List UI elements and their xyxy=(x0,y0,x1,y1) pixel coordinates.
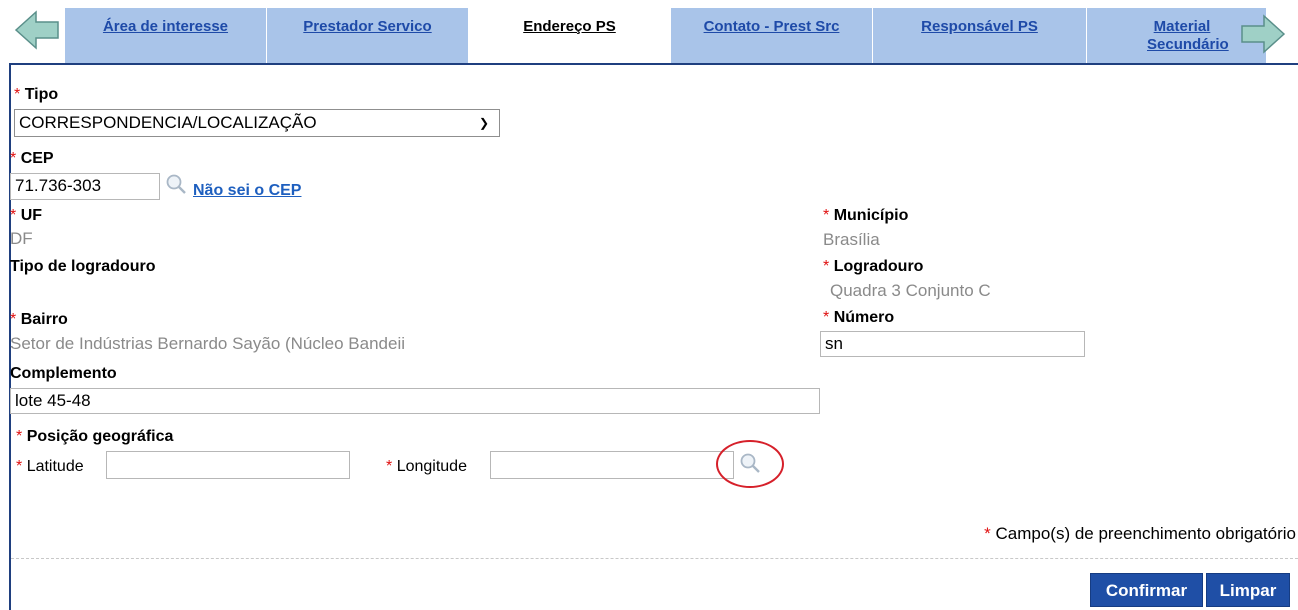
cep-search-icon[interactable] xyxy=(165,173,187,195)
tipo-label: * Tipo xyxy=(14,86,59,103)
bairro-value: Setor de Indústrias Bernardo Sayão (Núcl… xyxy=(10,334,406,353)
posicao-geografica-label: * Posição geográfica xyxy=(16,428,174,445)
bairro-label: * Bairro xyxy=(10,311,68,328)
tab-label[interactable]: Material Secundário xyxy=(1147,18,1229,54)
tipo-select[interactable]: CORRESPONDENCIA/LOCALIZAÇÃO ❯ xyxy=(14,109,500,137)
tab-area-interesse[interactable]: Área de interesse xyxy=(64,8,266,64)
required-fields-note: * Campo(s) de preenchimento obrigatório xyxy=(984,524,1296,543)
uf-value: DF xyxy=(10,229,33,248)
longitude-input[interactable] xyxy=(490,451,734,479)
tab-label[interactable]: Área de interesse xyxy=(65,18,266,36)
logradouro-value: Quadra 3 Conjunto C xyxy=(830,281,991,300)
longitude-label: * Longitude xyxy=(386,458,467,475)
tab-label[interactable]: Endereço PS xyxy=(469,18,670,36)
complemento-input[interactable]: lote 45-48 xyxy=(10,388,820,414)
tab-endereco-ps[interactable]: Endereço PS xyxy=(468,8,670,64)
cep-input[interactable]: 71.736-303 xyxy=(10,173,160,200)
numero-input[interactable]: sn xyxy=(820,331,1085,357)
confirmar-button[interactable]: Confirmar xyxy=(1090,573,1203,607)
limpar-button[interactable]: Limpar xyxy=(1206,573,1290,607)
latitude-label: * Latitude xyxy=(16,458,84,475)
uf-label: * UF xyxy=(10,207,43,224)
tab-label[interactable]: Prestador Servico xyxy=(267,18,468,36)
tab-bar: Área de interesse Prestador Servico Ende… xyxy=(0,0,1298,66)
arrow-right-icon[interactable] xyxy=(1238,14,1286,54)
tipo-logradouro-label: Tipo de logradouro xyxy=(10,258,156,275)
tipo-selected-value: CORRESPONDENCIA/LOCALIZAÇÃO xyxy=(19,113,317,132)
footer-divider xyxy=(11,558,1298,559)
tab-prestador-servico[interactable]: Prestador Servico xyxy=(266,8,468,64)
tab-label[interactable]: Responsável PS xyxy=(873,18,1086,36)
cep-label: * CEP xyxy=(10,150,54,167)
latitude-input[interactable] xyxy=(106,451,350,479)
tab-responsavel-ps[interactable]: Responsável PS xyxy=(872,8,1086,64)
complemento-label: Complemento xyxy=(10,365,117,382)
chevron-down-icon: ❯ xyxy=(478,116,489,130)
municipio-label: * Município xyxy=(823,207,909,224)
logradouro-label: * Logradouro xyxy=(823,258,924,275)
arrow-left-icon[interactable] xyxy=(14,10,60,50)
tab-contato-prest-src[interactable]: Contato - Prest Src xyxy=(670,8,872,64)
municipio-value: Brasília xyxy=(823,230,880,249)
nao-sei-cep-link[interactable]: Não sei o CEP xyxy=(193,182,301,200)
numero-label: * Número xyxy=(823,309,895,326)
tab-label[interactable]: Contato - Prest Src xyxy=(671,18,872,36)
highlight-circle xyxy=(716,440,784,488)
